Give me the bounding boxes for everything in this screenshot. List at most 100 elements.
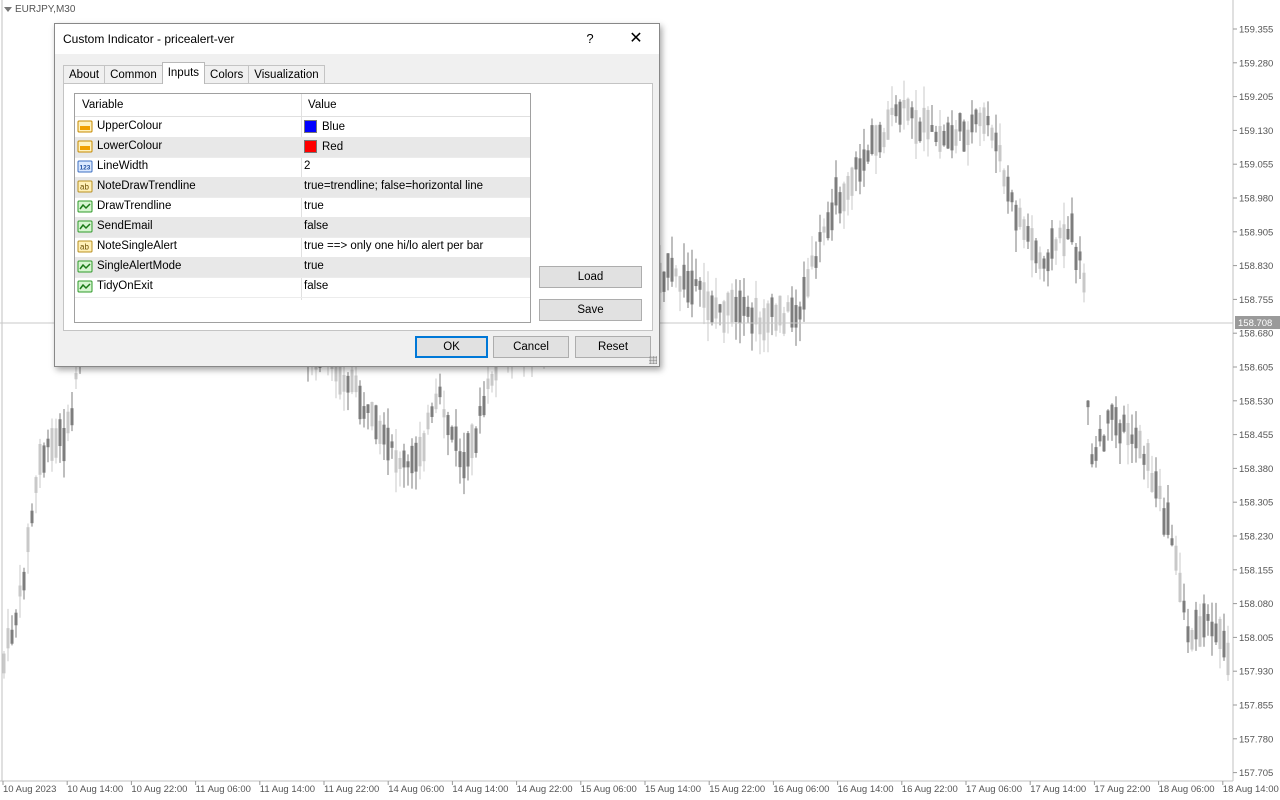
candle-body: [66, 411, 70, 434]
candle-body: [838, 192, 842, 214]
candle-body: [62, 427, 66, 462]
candle-body: [1102, 435, 1106, 452]
candle-body: [1138, 430, 1142, 459]
price-label: 158.305: [1239, 498, 1273, 509]
candle-body: [922, 107, 926, 133]
close-button[interactable]: ✕: [623, 28, 649, 50]
integer-icon: 123: [77, 160, 93, 173]
candle-body: [1218, 618, 1222, 649]
candle-body: [1194, 609, 1198, 640]
input-row-lowercolour[interactable]: LowerColour Red: [75, 137, 530, 158]
ok-button[interactable]: OK: [415, 336, 488, 358]
candle-body: [402, 450, 406, 468]
input-row-linewidth[interactable]: 123 LineWidth 2: [75, 157, 530, 178]
input-value[interactable]: false: [304, 280, 328, 292]
price-label: 158.380: [1239, 464, 1273, 475]
input-value[interactable]: true: [304, 260, 324, 272]
color-swatch: [304, 120, 317, 133]
candle-body: [830, 202, 834, 231]
candle-body: [18, 585, 22, 597]
candle-body: [714, 297, 718, 319]
price-label: 158.155: [1239, 565, 1273, 576]
tab-common[interactable]: Common: [104, 65, 163, 84]
input-row-tidyonexit[interactable]: TidyOnExit false: [75, 277, 530, 298]
candle-body: [58, 419, 62, 447]
input-value[interactable]: true=trendline; false=horizontal line: [304, 180, 483, 192]
time-label: 10 Aug 22:00: [131, 784, 187, 795]
input-row-uppercolour[interactable]: UpperColour Blue: [75, 117, 530, 138]
candle-body: [818, 232, 822, 242]
color-icon: [77, 120, 93, 133]
candle-body: [682, 264, 686, 290]
input-variable: SingleAlertMode: [97, 260, 182, 272]
input-row-singlealertmode[interactable]: SingleAlertMode true: [75, 257, 530, 278]
save-button[interactable]: Save: [539, 299, 642, 321]
input-variable: UpperColour: [97, 120, 163, 132]
dialog-titlebar[interactable]: Custom Indicator - pricealert-ver ? ✕: [55, 24, 659, 54]
input-value[interactable]: false: [304, 220, 328, 232]
candle-body: [886, 109, 890, 140]
input-value-text: Red: [322, 140, 344, 153]
column-header-value[interactable]: Value: [308, 99, 337, 111]
inputs-grid: Variable Value UpperColour Blue LowerCol…: [74, 93, 531, 323]
candle-body: [446, 415, 450, 436]
candle-body: [26, 527, 30, 553]
input-row-notedrawtrendline[interactable]: ab NoteDrawTrendline true=trendline; fal…: [75, 177, 530, 198]
time-label: 17 Aug 06:00: [966, 784, 1022, 795]
tab-strip: About Common Inputs Colors Visualization: [63, 62, 325, 84]
candle-body: [38, 444, 42, 475]
candle-body: [1050, 228, 1054, 259]
candle-body: [1170, 538, 1174, 546]
tab-about[interactable]: About: [63, 65, 106, 84]
candle-body: [42, 445, 46, 473]
input-row-sendemail[interactable]: SendEmail false: [75, 217, 530, 238]
svg-text:ab: ab: [80, 183, 89, 192]
current-price-label: 158.708: [1238, 318, 1272, 329]
candle-body: [1206, 614, 1210, 621]
candle-body: [482, 395, 486, 416]
candle-body: [34, 477, 38, 493]
candle-body: [998, 145, 1002, 162]
resize-grip[interactable]: [649, 356, 657, 364]
candle-body: [1202, 603, 1206, 638]
tab-inputs[interactable]: Inputs: [161, 62, 206, 84]
time-label: 16 Aug 06:00: [773, 784, 829, 795]
time-label: 11 Aug 14:00: [260, 784, 315, 795]
candle-body: [902, 100, 906, 109]
time-label: 15 Aug 14:00: [645, 784, 701, 795]
candle-body: [1002, 170, 1006, 187]
candle-body: [434, 393, 438, 410]
candle-body: [942, 130, 946, 146]
candle-body: [1070, 213, 1074, 243]
candle-body: [774, 304, 778, 331]
candle-body: [786, 302, 790, 312]
price-label: 157.705: [1239, 768, 1273, 779]
input-value[interactable]: true: [304, 200, 324, 212]
help-button[interactable]: ?: [579, 28, 601, 50]
input-value[interactable]: Blue: [304, 120, 345, 133]
input-value[interactable]: true ==> only one hi/lo alert per bar: [304, 240, 483, 252]
input-value[interactable]: Red: [304, 140, 343, 153]
candle-body: [990, 127, 994, 141]
price-label: 158.830: [1239, 261, 1273, 272]
input-variable: LowerColour: [97, 140, 163, 152]
cancel-button[interactable]: Cancel: [493, 336, 569, 358]
price-label: 159.280: [1239, 58, 1273, 69]
reset-button[interactable]: Reset: [575, 336, 651, 358]
column-header-variable[interactable]: Variable: [82, 99, 123, 111]
candle-body: [1090, 454, 1094, 465]
tab-colors[interactable]: Colors: [204, 65, 250, 84]
candle-body: [382, 424, 386, 445]
candle-body: [46, 438, 50, 448]
candle-body: [870, 125, 874, 154]
svg-text:ab: ab: [80, 243, 89, 252]
candle-body: [406, 461, 410, 468]
input-value[interactable]: 2: [304, 160, 310, 172]
candle-body: [1190, 629, 1194, 650]
input-row-notesinglealert[interactable]: ab NoteSingleAlert true ==> only one hi/…: [75, 237, 530, 258]
load-button[interactable]: Load: [539, 266, 642, 288]
tab-visualization[interactable]: Visualization: [248, 65, 325, 84]
input-row-drawtrendline[interactable]: DrawTrendline true: [75, 197, 530, 218]
candle-body: [810, 255, 814, 267]
candle-body: [910, 107, 914, 119]
